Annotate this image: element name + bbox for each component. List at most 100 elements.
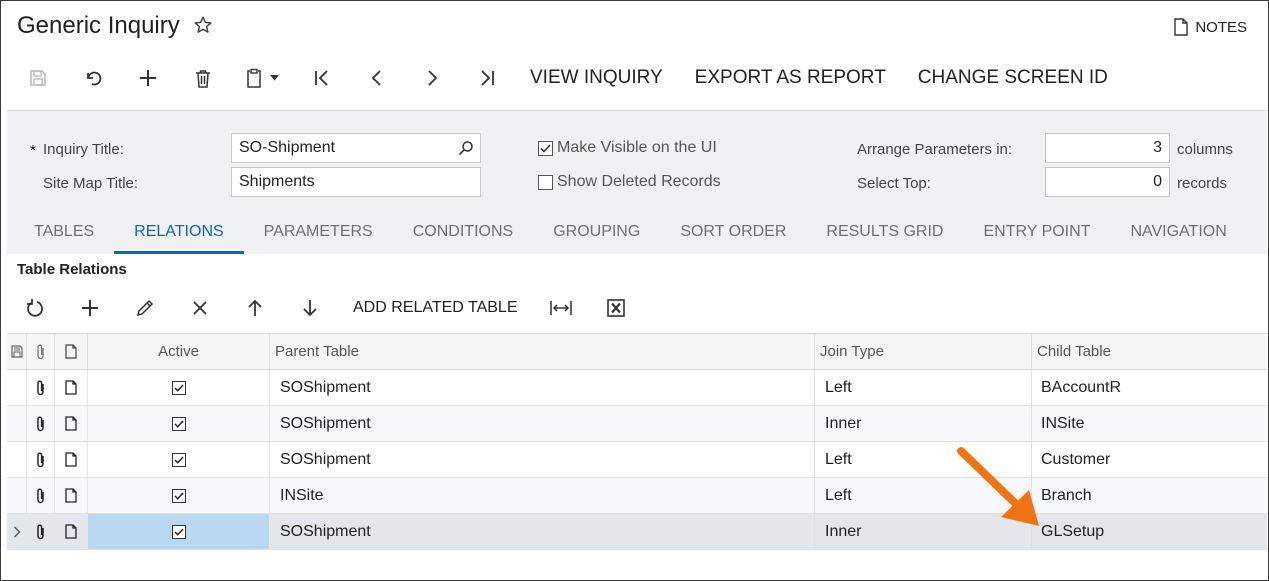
active-checkbox[interactable] <box>171 380 186 395</box>
arrange-parameters-input[interactable]: 3 <box>1045 133 1170 163</box>
search-icon[interactable] <box>458 140 474 156</box>
table-row[interactable]: SOShipment Inner GLSetup <box>7 514 1267 550</box>
table-row[interactable]: SOShipment Inner INSite <box>7 406 1267 442</box>
notes-header <box>55 334 88 369</box>
first-button[interactable] <box>294 58 349 98</box>
next-button[interactable] <box>404 58 459 98</box>
undo-icon <box>86 71 101 86</box>
active-cell[interactable] <box>88 478 270 513</box>
save-button[interactable] <box>10 58 65 98</box>
join-type-cell[interactable]: Left <box>815 478 1032 513</box>
refresh-button[interactable] <box>7 288 62 328</box>
parent-table-cell[interactable]: SOShipment <box>270 370 815 405</box>
active-checkbox[interactable] <box>171 488 186 503</box>
move-up-button[interactable] <box>227 288 282 328</box>
undo-button[interactable] <box>65 58 120 98</box>
child-table-cell[interactable]: Customer <box>1032 442 1267 477</box>
row-note[interactable] <box>55 442 88 477</box>
row-attachment[interactable] <box>27 442 55 477</box>
active-checkbox[interactable] <box>171 416 186 431</box>
parent-table-column-header[interactable]: Parent Table <box>270 334 815 369</box>
active-cell[interactable] <box>88 406 270 441</box>
active-cell[interactable] <box>88 370 270 405</box>
tab-relations[interactable]: RELATIONS <box>114 210 244 254</box>
active-cell[interactable] <box>88 514 270 549</box>
show-deleted-checkbox[interactable]: Show Deleted Records <box>538 173 721 191</box>
checkbox-checked[interactable] <box>538 140 553 156</box>
export-as-report-button[interactable]: EXPORT AS REPORT <box>679 58 902 98</box>
section-title: Table Relations <box>17 261 127 278</box>
child-table-column-header[interactable]: Child Table <box>1032 334 1267 369</box>
active-column-header[interactable]: Active <box>88 334 270 369</box>
table-row[interactable]: SOShipment Left BAccountR <box>7 370 1267 406</box>
row-note[interactable] <box>55 514 88 549</box>
child-table-cell[interactable]: Branch <box>1032 478 1267 513</box>
child-table-cell[interactable]: BAccountR <box>1032 370 1267 405</box>
edit-button[interactable] <box>117 288 172 328</box>
table-row[interactable]: SOShipment Left Customer <box>7 442 1267 478</box>
change-screen-id-button[interactable]: CHANGE SCREEN ID <box>902 58 1124 98</box>
inquiry-title-input[interactable]: SO-Shipment <box>231 133 481 163</box>
site-map-title-input[interactable]: Shipments <box>231 167 481 197</box>
row-note[interactable] <box>55 478 88 513</box>
row-selector[interactable] <box>7 478 27 513</box>
checkbox-unchecked[interactable] <box>538 174 553 190</box>
row-attachment[interactable] <box>27 370 55 405</box>
tab-tables[interactable]: TABLES <box>7 210 114 254</box>
prev-button[interactable] <box>349 58 404 98</box>
document-icon <box>65 488 77 503</box>
row-selector[interactable] <box>7 370 27 405</box>
row-attachment[interactable] <box>27 478 55 513</box>
join-type-cell[interactable]: Left <box>815 442 1032 477</box>
table-row[interactable]: INSite Left Branch <box>7 478 1267 514</box>
fit-width-icon <box>550 301 572 315</box>
star-icon[interactable] <box>192 14 214 36</box>
delete-button[interactable] <box>175 58 230 98</box>
notes-button[interactable]: NOTES <box>1174 18 1247 36</box>
move-down-button[interactable] <box>282 288 337 328</box>
add-related-table-button[interactable]: ADD RELATED TABLE <box>337 288 534 328</box>
join-type-cell[interactable]: Left <box>815 370 1032 405</box>
parent-table-cell[interactable]: SOShipment <box>270 442 815 477</box>
last-button[interactable] <box>459 58 514 98</box>
select-top-label: Select Top: <box>857 175 931 192</box>
delete-row-button[interactable] <box>172 288 227 328</box>
select-top-input[interactable]: 0 <box>1045 167 1170 197</box>
export-excel-button[interactable] <box>589 288 644 328</box>
add-button[interactable] <box>120 58 175 98</box>
row-selector[interactable] <box>7 442 27 477</box>
tab-navigation[interactable]: NAVIGATION <box>1110 210 1246 254</box>
tab-grouping[interactable]: GROUPING <box>533 210 660 254</box>
parent-table-cell[interactable]: SOShipment <box>270 406 815 441</box>
tab-parameters[interactable]: PARAMETERS <box>244 210 393 254</box>
row-note[interactable] <box>55 406 88 441</box>
active-checkbox[interactable] <box>171 524 186 539</box>
active-cell[interactable] <box>88 442 270 477</box>
active-checkbox[interactable] <box>171 452 186 467</box>
tab-results-grid[interactable]: RESULTS GRID <box>806 210 963 254</box>
plus-icon <box>139 70 156 86</box>
row-attachment[interactable] <box>27 406 55 441</box>
add-row-button[interactable] <box>62 288 117 328</box>
join-type-cell[interactable]: Inner <box>815 514 1032 549</box>
tab-entry-point[interactable]: ENTRY POINT <box>963 210 1110 254</box>
child-table-cell[interactable]: INSite <box>1032 406 1267 441</box>
pencil-icon <box>136 299 153 317</box>
tab-conditions[interactable]: CONDITIONS <box>393 210 533 254</box>
tab-sort-order[interactable]: SORT ORDER <box>660 210 806 254</box>
join-type-column-header[interactable]: Join Type <box>815 334 1032 369</box>
parent-table-cell[interactable]: SOShipment <box>270 514 815 549</box>
join-type-cell[interactable]: Inner <box>815 406 1032 441</box>
row-note[interactable] <box>55 370 88 405</box>
copy-paste-button[interactable] <box>230 58 294 98</box>
row-selector[interactable] <box>7 514 27 549</box>
arrow-up-icon <box>247 299 262 316</box>
fit-columns-button[interactable] <box>534 288 589 328</box>
row-selector[interactable] <box>7 406 27 441</box>
child-table-cell[interactable]: GLSetup <box>1032 514 1267 549</box>
make-visible-checkbox[interactable]: Make Visible on the UI <box>538 139 717 157</box>
parent-table-cell[interactable]: INSite <box>270 478 815 513</box>
view-inquiry-button[interactable]: VIEW INQUIRY <box>514 58 679 98</box>
row-attachment[interactable] <box>27 514 55 549</box>
save-icon <box>29 70 46 86</box>
